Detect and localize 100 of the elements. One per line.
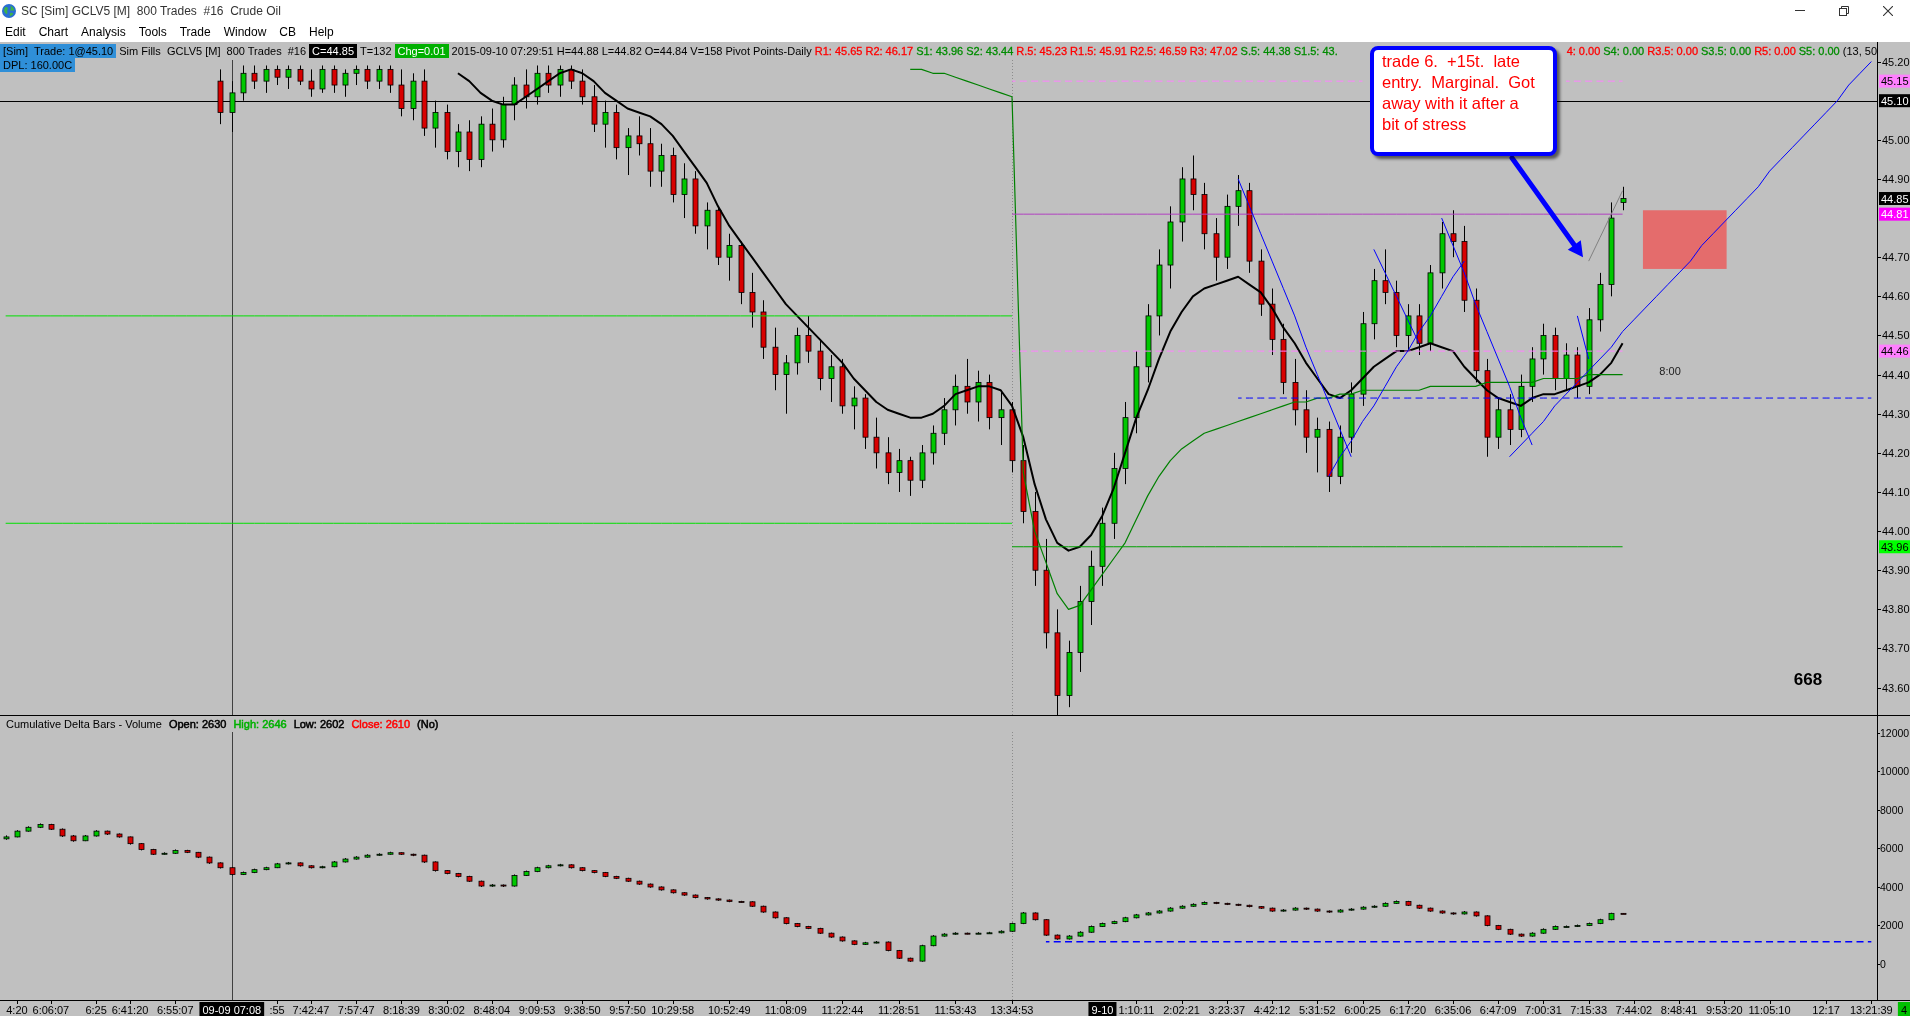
delta-bar: [1224, 902, 1231, 906]
candle: [658, 143, 665, 188]
minimize-icon: [1795, 10, 1805, 11]
menu-item[interactable]: Analysis: [76, 22, 131, 41]
delta-bar: [432, 860, 439, 873]
x-tick-label: 6:06:07: [32, 1004, 70, 1016]
candle: [1009, 401, 1016, 473]
price-tag: 43.96: [1879, 540, 1910, 554]
x-tick-label: 8:18:39: [383, 1004, 420, 1016]
menu-item[interactable]: Window: [218, 22, 272, 41]
delta-bar: [1326, 909, 1333, 914]
menu-item[interactable]: Help: [304, 22, 339, 41]
delta-bar: [1167, 906, 1174, 913]
delta-bar: [14, 829, 21, 838]
callout-note: trade 6. +15t. late entry. Marginal. Got away with it after a bit of stress: [1370, 46, 1557, 156]
menu-item[interactable]: Chart: [33, 22, 74, 41]
x-tick-label: 1:10:11: [1118, 1004, 1155, 1016]
delta-bar: [1405, 900, 1412, 907]
candle: [885, 436, 892, 485]
menu-item[interactable]: CB: [274, 22, 301, 41]
x-tick-label: 4:20: [6, 1004, 28, 1016]
delta-axis-label: 12000: [1876, 726, 1910, 739]
delta-bar: [410, 853, 417, 857]
y-tick-label: 43.60: [1882, 681, 1910, 694]
delta-bar: [1280, 908, 1287, 913]
time-label: 9:09:53: [518, 999, 556, 1016]
candle: [1314, 417, 1321, 473]
candle: [217, 68, 224, 125]
delta-bar: [681, 891, 688, 897]
candle: [263, 65, 270, 94]
candle: [613, 104, 620, 160]
time-label: 8:48:04: [473, 999, 511, 1016]
delta-bar: [1314, 908, 1321, 913]
candle: [534, 65, 541, 106]
price-axis-label: 45.00: [1876, 133, 1910, 146]
candle: [444, 104, 451, 160]
price-axis-label: 44.10: [1876, 485, 1910, 498]
candle: [862, 393, 869, 450]
x-tick-label: 8:30:02: [428, 1004, 465, 1016]
menu-item[interactable]: Edit: [0, 22, 31, 41]
delta-bar: [738, 900, 745, 904]
price-tag: 45.15: [1879, 74, 1910, 88]
candle: [523, 68, 530, 109]
delta-axis-label: 8000: [1876, 803, 1904, 816]
candle: [342, 68, 349, 98]
delta-bar: [511, 873, 518, 888]
delta-bar: [851, 939, 858, 946]
delta-bar: [749, 900, 756, 908]
delta-bar: [1574, 924, 1581, 928]
time-label: 5:31:52: [1298, 999, 1336, 1016]
delta-bar: [1540, 927, 1547, 935]
candle: [1518, 374, 1525, 438]
last-price-badge: C=44.85: [309, 44, 357, 58]
delta-bar: [1495, 924, 1502, 931]
delta-bar: [670, 888, 677, 894]
pivot-value: S2: 43.44: [966, 44, 1014, 58]
time-label: 7:42:47: [292, 999, 330, 1016]
delta-bar: [941, 932, 948, 938]
time-label: 6:35:06: [1434, 999, 1472, 1016]
pivot-value: R1: 45.65: [814, 44, 863, 58]
trade-count-text: T=132: [360, 44, 392, 58]
time-label: 3:23:37: [1208, 999, 1246, 1016]
x-tick-label: 4:42:12: [1253, 1004, 1291, 1016]
candle: [1529, 346, 1536, 403]
delta-bar: [896, 949, 903, 960]
x-tick-label: 8:48:41: [1660, 1004, 1698, 1016]
delta-bar: [625, 877, 632, 883]
delta-bar: [1303, 907, 1310, 911]
candle: [1439, 221, 1446, 289]
date-label: 09-09 07:08: [199, 1002, 265, 1016]
candle: [783, 354, 790, 415]
price-axis-label: 43.80: [1876, 603, 1910, 616]
price-axis-label: 44.20: [1876, 446, 1910, 459]
time-label: 8:18:39: [383, 999, 420, 1016]
menu-item[interactable]: Tools: [133, 22, 172, 41]
candle: [602, 100, 609, 149]
time-label: 1:10:11: [1118, 999, 1155, 1016]
delta-bar: [48, 823, 55, 831]
delta-bar: [534, 866, 541, 873]
candle: [726, 233, 733, 282]
candle: [511, 76, 518, 121]
delta-bar: [862, 941, 869, 946]
x-tick-label: 11:08:09: [764, 1004, 807, 1016]
delta-bar: [138, 842, 145, 851]
time-label: 6:41:20: [111, 999, 149, 1016]
delta-bar: [1156, 909, 1163, 915]
candle: [455, 123, 462, 168]
y-tick-label: 43.70: [1882, 642, 1910, 655]
time-label: 7:00:31: [1525, 999, 1562, 1016]
delta-bar: [353, 855, 360, 861]
delta-axis-label: 0: [1876, 958, 1886, 970]
price-axis-label: 43.60: [1876, 681, 1910, 694]
x-tick-label: 6:41:20: [111, 1004, 149, 1016]
delta-bar: [1122, 916, 1129, 923]
price-axis-label: 43.70: [1876, 642, 1910, 655]
delta-bar: [1088, 925, 1095, 934]
menu-item[interactable]: Trade: [174, 22, 216, 41]
restore-icon: [1839, 5, 1849, 16]
time-label: 13:21:39: [1849, 999, 1893, 1016]
delta-bar: [308, 864, 315, 869]
